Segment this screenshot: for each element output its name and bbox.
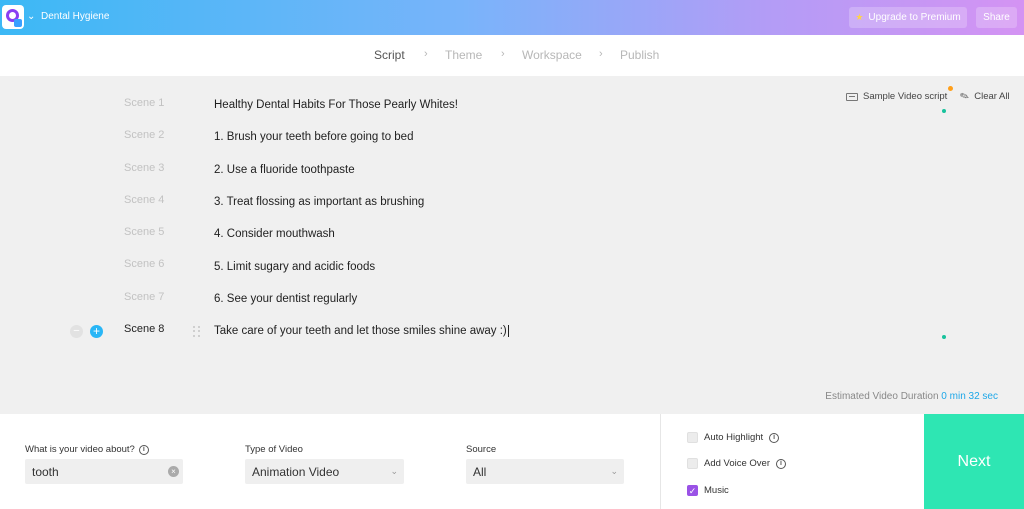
duration-label: Estimated Video Duration: [825, 391, 939, 402]
scene-label: Scene 4: [124, 194, 165, 206]
voice-over-checkbox[interactable]: [687, 458, 698, 469]
step-theme[interactable]: Theme: [445, 48, 482, 62]
star-icon: ★: [855, 12, 864, 22]
drag-handle-icon[interactable]: [193, 326, 201, 337]
voice-over-label: Add Voice Over: [704, 458, 771, 469]
scene-text[interactable]: 5. Limit sugary and acidic foods: [214, 261, 375, 273]
type-field-label: Type of Video: [245, 444, 303, 455]
video-type-value: Animation Video: [252, 465, 340, 479]
info-icon[interactable]: i: [138, 444, 149, 455]
sample-video-script-button[interactable]: Sample Video script: [846, 91, 947, 102]
scene-label: Scene 7: [124, 291, 165, 303]
music-checkbox[interactable]: ✓: [687, 485, 698, 496]
step-navigation: Script › Theme › Workspace › Publish: [0, 35, 1024, 76]
estimated-duration: Estimated Video Duration 0 min 32 sec: [825, 391, 998, 402]
scene-text[interactable]: 3. Treat flossing as important as brushi…: [214, 196, 424, 208]
scene-label: Scene 2: [124, 129, 165, 141]
chevron-right-icon: ›: [501, 48, 505, 60]
upgrade-button-label: Upgrade to Premium: [868, 12, 961, 23]
clear-input-icon[interactable]: ×: [168, 466, 179, 477]
notification-dot: [948, 86, 953, 91]
video-topic-input[interactable]: tooth ×: [25, 459, 183, 484]
chevron-right-icon: ›: [599, 48, 603, 60]
source-select[interactable]: All ⌄: [466, 459, 624, 484]
music-label: Music: [704, 485, 729, 496]
scene-text[interactable]: 6. See your dentist regularly: [214, 293, 357, 305]
scene-text-value: Take care of your teeth and let those sm…: [214, 325, 507, 338]
brush-icon: ✎: [958, 89, 972, 105]
remove-scene-button[interactable]: −: [70, 325, 83, 338]
clear-all-button[interactable]: ✎ Clear All: [958, 89, 1010, 105]
scene-label: Scene 3: [124, 162, 165, 174]
clear-all-label: Clear All: [974, 91, 1010, 102]
share-button[interactable]: Share: [976, 7, 1017, 28]
auto-highlight-checkbox[interactable]: [687, 432, 698, 443]
scene-text[interactable]: 1. Brush your teeth before going to bed: [214, 131, 413, 143]
scene-text[interactable]: 2. Use a fluoride toothpaste: [214, 164, 355, 176]
top-bar: ⌄ Dental Hygiene ★ Upgrade to Premium Sh…: [0, 0, 1024, 35]
auto-highlight-label: Auto Highlight: [704, 432, 764, 443]
chevron-down-icon: ⌄: [610, 466, 618, 476]
text-cursor: [507, 325, 509, 337]
scene-text[interactable]: 4. Consider mouthwash: [214, 228, 335, 240]
chevron-down-icon[interactable]: ⌄: [27, 11, 35, 22]
chevron-down-icon: ⌄: [390, 466, 398, 476]
about-label-text: What is your video about?: [25, 444, 135, 455]
upgrade-button[interactable]: ★ Upgrade to Premium: [849, 7, 967, 28]
scene-text-active[interactable]: Take care of your teeth and let those sm…: [214, 325, 509, 337]
auto-highlight-option[interactable]: Auto Highlight i: [687, 432, 780, 443]
voice-over-option[interactable]: Add Voice Over i: [687, 458, 787, 469]
scene-label: Scene 1: [124, 97, 165, 109]
music-option[interactable]: ✓ Music: [687, 485, 729, 496]
divider: [660, 414, 661, 509]
logo-badge-icon: [14, 19, 22, 27]
info-icon[interactable]: i: [776, 458, 787, 469]
source-value: All: [473, 465, 487, 479]
about-field-label: What is your video about? i: [25, 444, 149, 455]
script-editor: Scene 1 Healthy Dental Habits For Those …: [0, 76, 1024, 414]
info-icon[interactable]: i: [769, 432, 780, 443]
sample-script-label: Sample Video script: [863, 91, 948, 102]
step-publish[interactable]: Publish: [620, 48, 659, 62]
scene-label: Scene 5: [124, 226, 165, 238]
scene-text[interactable]: Healthy Dental Habits For Those Pearly W…: [214, 99, 458, 111]
chevron-right-icon: ›: [424, 48, 428, 60]
scene-label-active: Scene 8: [124, 323, 165, 335]
app-logo[interactable]: [2, 5, 24, 29]
source-field-label: Source: [466, 444, 497, 455]
project-title: Dental Hygiene: [41, 11, 110, 22]
status-dot: [942, 109, 946, 113]
add-scene-button[interactable]: +: [90, 325, 103, 338]
duration-value: 0 min 32 sec: [941, 391, 998, 402]
script-icon: [846, 92, 858, 101]
status-dot: [942, 335, 946, 339]
next-button[interactable]: Next: [924, 414, 1024, 509]
step-workspace[interactable]: Workspace: [522, 48, 582, 62]
video-type-select[interactable]: Animation Video ⌄: [245, 459, 404, 484]
step-script[interactable]: Script: [374, 48, 405, 62]
video-settings-panel: What is your video about? i tooth × Type…: [0, 414, 1024, 509]
video-topic-value: tooth: [32, 465, 59, 479]
scene-label: Scene 6: [124, 258, 165, 270]
